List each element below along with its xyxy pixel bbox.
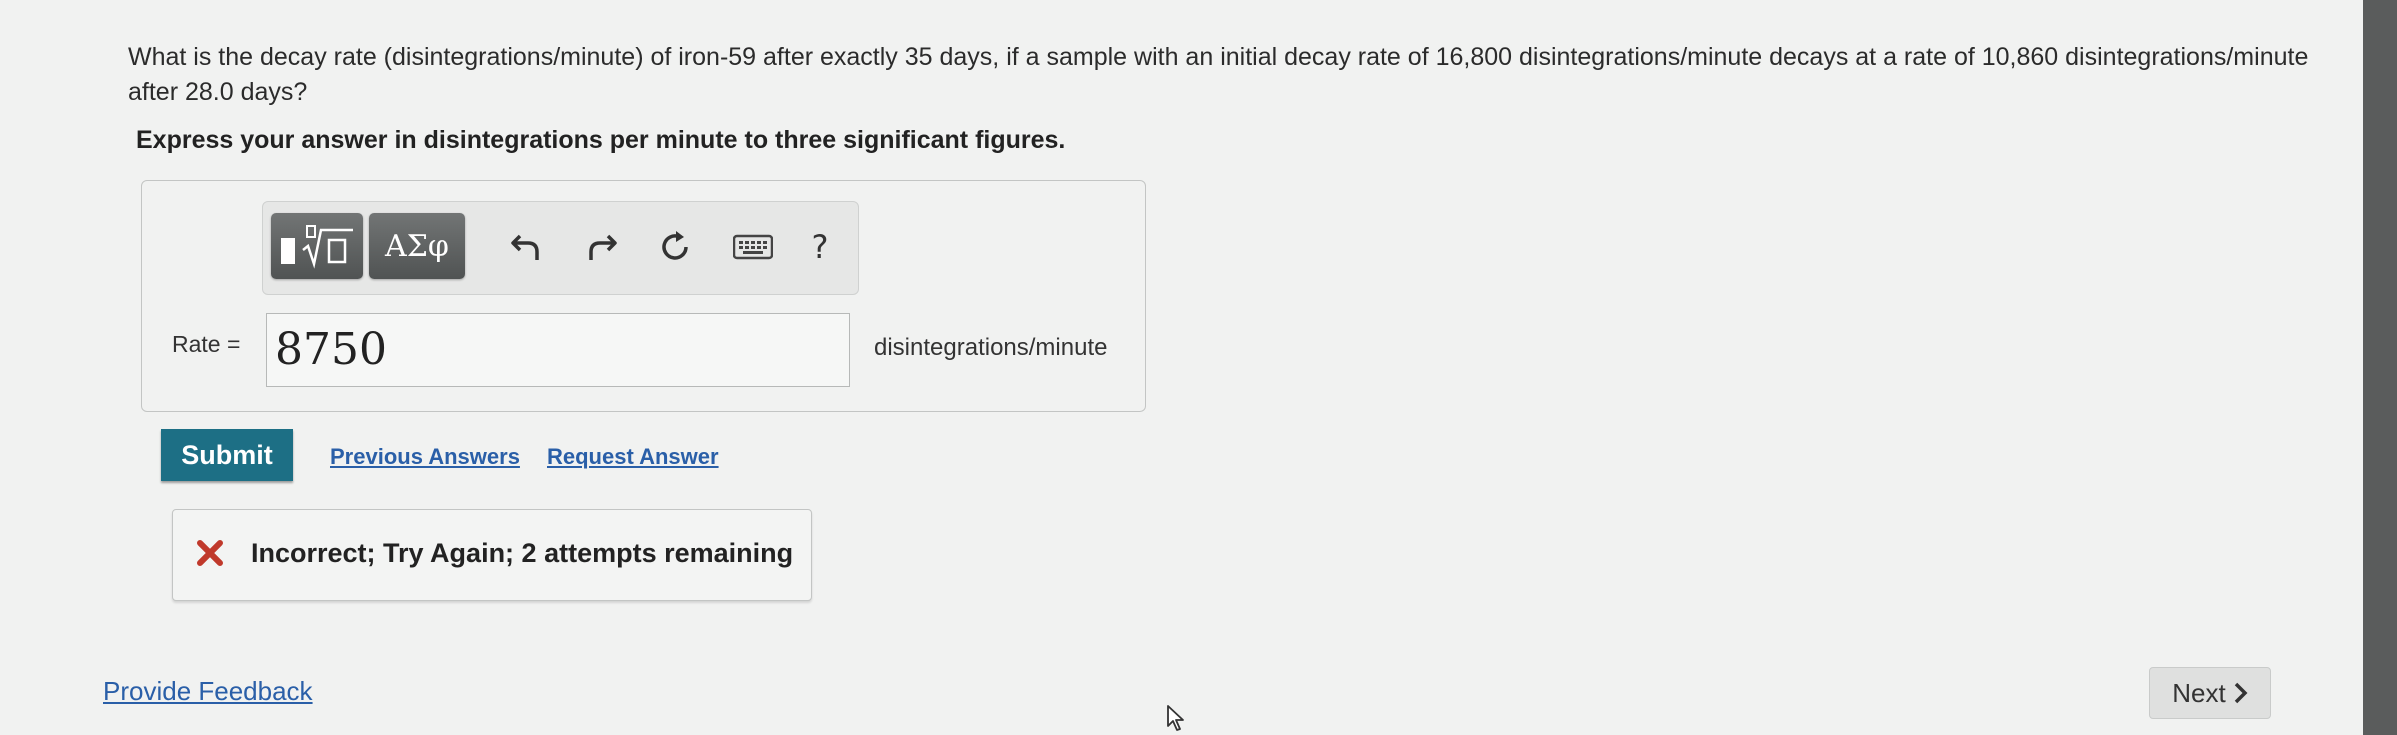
symbols-button[interactable]: ΑΣφ — [369, 213, 465, 279]
rate-label: Rate = — [172, 331, 241, 357]
undo-icon — [511, 234, 539, 260]
units-label: disintegrations/minute — [874, 334, 1108, 361]
undo-button[interactable] — [507, 224, 547, 270]
help-button[interactable]: ? — [800, 224, 840, 270]
reset-icon — [662, 231, 688, 260]
scrollbar-track[interactable] — [2363, 0, 2397, 735]
feedback-text: Incorrect; Try Again; 2 attempts remaini… — [251, 538, 794, 568]
previous-answers-link[interactable]: Previous Answers — [330, 444, 520, 470]
instruction-text: Express your answer in disintegrations p… — [136, 126, 1066, 154]
next-button[interactable]: Next — [2149, 667, 2271, 719]
redo-button[interactable] — [581, 224, 621, 270]
templates-button[interactable] — [271, 213, 363, 279]
rate-answer-input[interactable]: 8750 — [266, 313, 850, 387]
x-mark-icon — [197, 540, 223, 566]
request-answer-link[interactable]: Request Answer — [547, 444, 719, 470]
feedback-message-box: Incorrect; Try Again; 2 attempts remaini… — [172, 509, 812, 601]
math-toolbar: ΑΣφ ? — [262, 201, 859, 295]
mouse-cursor-icon — [1167, 705, 1184, 731]
keyboard-button[interactable] — [733, 224, 773, 270]
keyboard-icon — [733, 234, 773, 260]
redo-icon — [589, 234, 617, 260]
templates-radical-icon — [281, 225, 353, 269]
submit-button[interactable]: Submit — [161, 429, 293, 481]
next-label: Next — [2172, 677, 2226, 708]
reset-button[interactable] — [655, 224, 695, 270]
answer-panel: ΑΣφ ? Rate = 8750 disintegrations/minute — [141, 180, 1146, 412]
question-text: What is the decay rate (disintegrations/… — [128, 43, 2309, 106]
chevron-right-icon — [2234, 682, 2248, 704]
provide-feedback-link[interactable]: Provide Feedback — [103, 676, 313, 707]
